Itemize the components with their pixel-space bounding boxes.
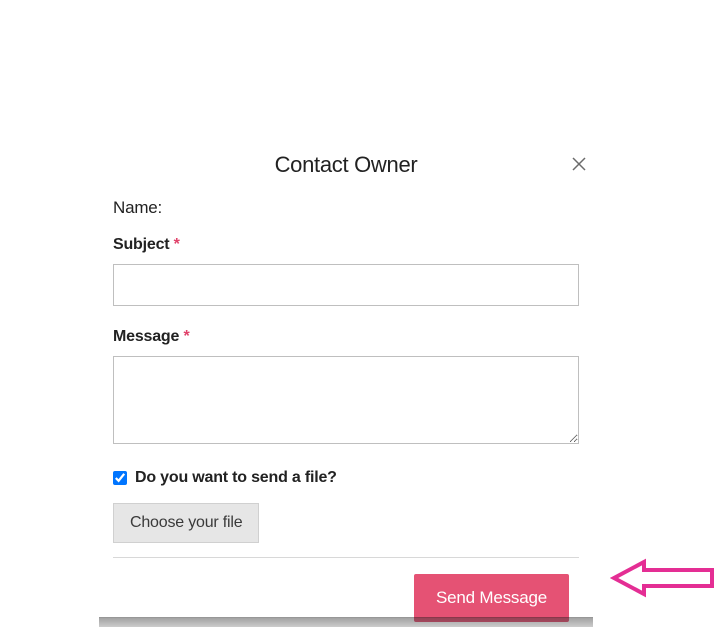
contact-owner-modal: Contact Owner Name: Subject * Message * … — [99, 138, 593, 622]
required-indicator: * — [183, 328, 189, 345]
modal-body: Name: Subject * Message * Do you want to… — [99, 198, 593, 558]
send-file-checkbox-label: Do you want to send a file? — [135, 469, 337, 487]
message-textarea[interactable] — [113, 356, 579, 444]
send-file-checkbox[interactable] — [113, 471, 127, 485]
subject-label: Subject * — [113, 236, 579, 254]
modal-header: Contact Owner — [99, 138, 593, 198]
subject-label-text: Subject — [113, 236, 169, 253]
subject-input[interactable] — [113, 264, 579, 306]
required-indicator: * — [174, 236, 180, 253]
choose-file-button[interactable]: Choose your file — [113, 503, 259, 543]
modal-title: Contact Owner — [99, 152, 593, 178]
name-label: Name: — [113, 198, 579, 218]
message-label-text: Message — [113, 328, 179, 345]
backdrop-strip — [99, 617, 593, 627]
arrow-annotation-icon — [610, 558, 716, 603]
send-message-button[interactable]: Send Message — [414, 574, 569, 622]
file-checkbox-row: Do you want to send a file? — [113, 469, 579, 487]
modal-footer: Send Message — [99, 558, 593, 622]
close-icon[interactable] — [571, 156, 587, 177]
message-label: Message * — [113, 328, 579, 346]
